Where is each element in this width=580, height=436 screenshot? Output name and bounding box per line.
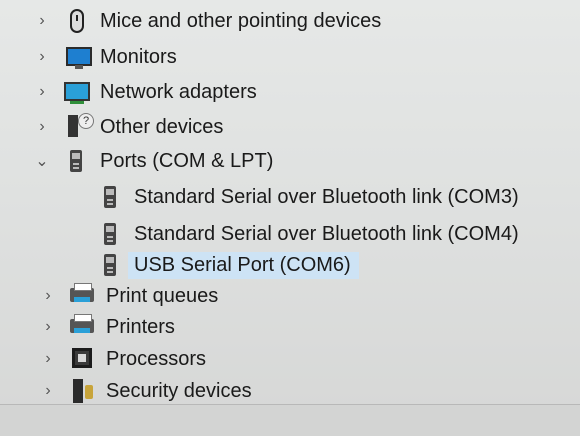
tree-item-print-queues[interactable]: › Print queues [40, 281, 218, 311]
chevron-right-icon[interactable]: › [40, 350, 56, 368]
chevron-right-icon[interactable]: › [40, 382, 56, 400]
printer-icon [70, 283, 96, 308]
horizontal-scrollbar[interactable] [0, 404, 580, 436]
tree-item-label: Mice and other pointing devices [100, 9, 382, 32]
tree-item-ports[interactable]: ⌄ Ports (COM & LPT) [34, 146, 273, 176]
tree-item-label: Standard Serial over Bluetooth link (COM… [134, 185, 519, 208]
mouse-icon [64, 9, 90, 33]
tree-item-printers[interactable]: › Printers [40, 312, 175, 342]
port-icon [98, 185, 124, 209]
tree-item-label: USB Serial Port (COM6) [128, 251, 359, 279]
printer-icon [70, 314, 96, 339]
chevron-right-icon[interactable]: › [34, 48, 50, 66]
port-icon [64, 149, 90, 173]
processor-icon [70, 347, 96, 371]
network-adapter-icon [64, 80, 90, 104]
chevron-right-icon[interactable]: › [40, 287, 56, 305]
tree-item-other-devices[interactable]: › Other devices [34, 112, 223, 142]
tree-item-label: Network adapters [100, 80, 257, 103]
tree-item-security-devices[interactable]: › Security devices [40, 376, 252, 406]
tree-item-label: Printers [106, 315, 175, 338]
tree-item-label: Other devices [100, 115, 224, 138]
tree-item-mice[interactable]: › Mice and other pointing devices [34, 6, 381, 36]
monitor-icon [64, 45, 92, 69]
unknown-device-icon [64, 113, 94, 139]
tree-item-label: Print queues [106, 284, 219, 307]
tree-item-com6[interactable]: USB Serial Port (COM6) [98, 250, 359, 280]
chevron-right-icon[interactable]: › [34, 118, 50, 136]
tree-item-monitors[interactable]: › Monitors [34, 42, 177, 72]
chevron-down-icon[interactable]: ⌄ [34, 151, 50, 171]
chevron-right-icon[interactable]: › [34, 83, 50, 101]
tree-item-label: Standard Serial over Bluetooth link (COM… [134, 222, 519, 245]
port-icon [98, 253, 124, 277]
tree-item-label: Processors [106, 347, 207, 370]
chevron-right-icon[interactable]: › [40, 318, 56, 336]
tree-item-label: Ports (COM & LPT) [100, 149, 274, 172]
tree-item-label: Security devices [106, 379, 252, 402]
tree-item-processors[interactable]: › Processors [40, 344, 206, 374]
tree-item-network-adapters[interactable]: › Network adapters [34, 77, 257, 107]
tree-item-label: Monitors [100, 45, 177, 68]
device-manager-tree: › Mice and other pointing devices › Moni… [0, 0, 580, 436]
security-device-icon [70, 379, 96, 403]
port-icon [98, 222, 124, 246]
chevron-right-icon[interactable]: › [34, 12, 50, 30]
tree-item-com4[interactable]: Standard Serial over Bluetooth link (COM… [98, 219, 519, 249]
tree-item-com3[interactable]: Standard Serial over Bluetooth link (COM… [98, 182, 519, 212]
